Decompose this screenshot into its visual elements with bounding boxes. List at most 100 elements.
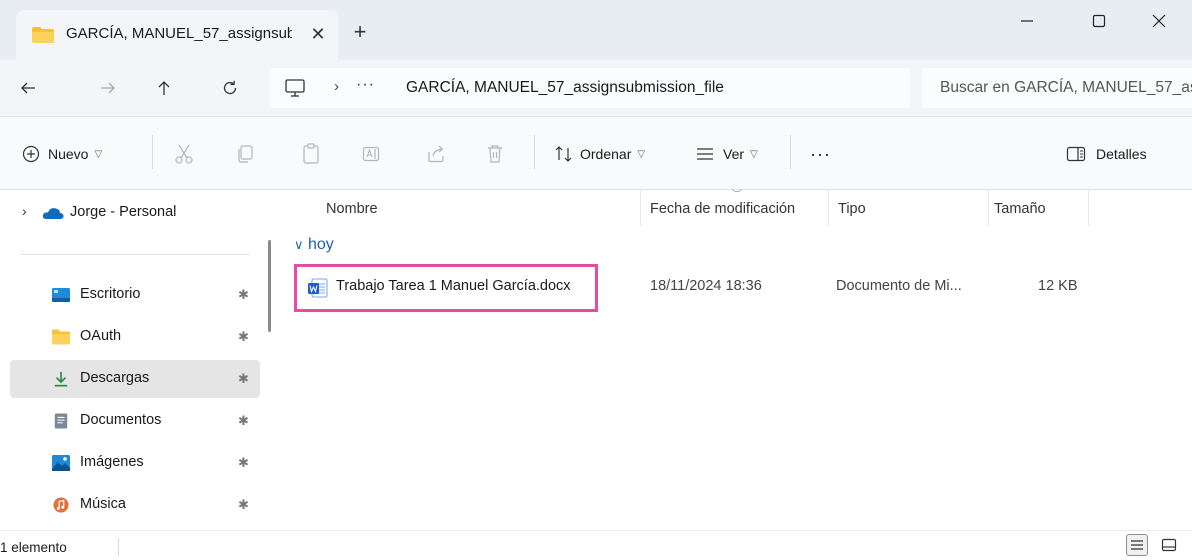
sidebar-item-musica[interactable]: Música ✱ [10, 486, 260, 524]
back-button[interactable] [14, 74, 42, 102]
tab-title: GARCÍA, MANUEL_57_assignsubmission_file [66, 25, 292, 42]
command-bar: Nuevo ▽ Ordenar ▽ Ver ▽ ··· Detalles [0, 116, 1192, 190]
chevron-down-icon: ▽ [94, 148, 103, 160]
pin-icon: ✱ [238, 455, 249, 470]
group-header-label: hoy [307, 236, 334, 253]
column-header-name[interactable]: Nombre [326, 201, 378, 217]
details-view-button[interactable] [1126, 534, 1148, 556]
new-tab-button[interactable]: + [348, 20, 372, 44]
breadcrumb-more-button[interactable]: ··· [356, 76, 375, 94]
toolbar-divider [534, 135, 535, 169]
tab-active[interactable]: GARCÍA, MANUEL_57_assignsubmission_file … [16, 10, 338, 60]
sidebar-item-documentos[interactable]: Documentos ✱ [10, 402, 260, 440]
column-header-date[interactable]: Fecha de modificación [650, 201, 795, 217]
close-icon [1152, 14, 1166, 28]
up-button[interactable] [150, 74, 178, 102]
column-divider[interactable] [1088, 190, 1089, 226]
view-button[interactable]: Ver ▽ [696, 139, 758, 169]
folder-icon [32, 27, 54, 43]
sidebar-item-label: Música [80, 496, 126, 512]
maximize-button[interactable] [1076, 0, 1122, 42]
tab-close-button[interactable]: ✕ [306, 22, 330, 46]
sidebar-item-label: Jorge - Personal [70, 204, 177, 220]
folder-icon [52, 329, 70, 345]
arrow-right-icon [101, 82, 115, 94]
search-placeholder: Buscar en GARCÍA, MANUEL_57_assignsubmis… [940, 79, 1192, 96]
chevron-right-icon[interactable]: › [22, 203, 27, 219]
copy-button[interactable] [236, 139, 254, 169]
view-lines-icon [697, 148, 713, 160]
column-divider[interactable] [828, 190, 829, 226]
details-pane-label: Detalles [1096, 146, 1147, 162]
column-header-size[interactable]: Tamaño [994, 201, 1046, 217]
sidebar-item-onedrive[interactable]: › Jorge - Personal [10, 194, 260, 232]
onedrive-cloud-icon [42, 208, 64, 219]
sidebar-item-label: Descargas [80, 370, 150, 386]
cut-button[interactable] [174, 139, 194, 169]
forward-button[interactable] [94, 74, 122, 102]
sort-indicator-icon: ︶ [732, 190, 742, 201]
file-name: Trabajo Tarea 1 Manuel García.docx [336, 278, 571, 294]
column-divider[interactable] [640, 190, 641, 226]
delete-button[interactable] [486, 139, 504, 169]
details-pane-icon [1066, 146, 1086, 162]
tiles-view-icon [1161, 538, 1177, 552]
refresh-button[interactable] [216, 74, 244, 102]
navigation-pane: › Jorge - Personal Escritorio ✱ OAuth ✱ … [0, 190, 262, 530]
new-button[interactable]: Nuevo ▽ [22, 139, 102, 169]
music-icon [53, 497, 69, 513]
sidebar-item-imagenes[interactable]: Imágenes ✱ [10, 444, 260, 482]
toolbar-divider [152, 135, 153, 169]
sidebar-item-oauth[interactable]: OAuth ✱ [10, 318, 260, 356]
file-size: 12 KB [1038, 278, 1078, 294]
sidebar-item-label: Imágenes [80, 454, 144, 470]
sidebar-item-escritorio[interactable]: Escritorio ✱ [10, 276, 260, 314]
search-box[interactable]: Buscar en GARCÍA, MANUEL_57_assignsubmis… [922, 68, 1192, 108]
close-window-button[interactable] [1136, 0, 1182, 42]
group-header-today[interactable]: ∨ hoy [294, 236, 334, 254]
refresh-icon [223, 80, 237, 95]
sidebar-item-descargas[interactable]: Descargas ✱ [10, 360, 260, 398]
address-bar[interactable]: › ··· GARCÍA, MANUEL_57_assignsubmission… [270, 68, 910, 108]
arrow-left-icon [21, 82, 35, 94]
sort-button[interactable]: Ordenar ▽ [554, 139, 645, 169]
copy-icon [238, 145, 253, 163]
title-bar: GARCÍA, MANUEL_57_assignsubmission_file … [0, 0, 1192, 60]
breadcrumb-current-folder[interactable]: GARCÍA, MANUEL_57_assignsubmission_file [406, 79, 724, 97]
chevron-down-icon: ▽ [637, 148, 646, 160]
documents-icon [54, 413, 68, 429]
more-options-button[interactable]: ··· [810, 139, 831, 169]
column-divider[interactable] [988, 190, 989, 226]
share-icon [428, 145, 444, 163]
rename-button[interactable] [362, 139, 382, 169]
status-bar: 1 elemento [0, 530, 1192, 560]
download-icon [54, 371, 68, 387]
computer-icon [285, 79, 305, 97]
status-divider [118, 538, 119, 556]
file-type: Documento de Mi... [836, 278, 962, 294]
sort-button-label: Ordenar [580, 146, 632, 162]
tiles-view-button[interactable] [1158, 534, 1180, 556]
pin-icon: ✱ [238, 329, 249, 344]
chevron-down-icon: ∨ [294, 237, 304, 252]
paste-button[interactable] [302, 139, 320, 169]
sidebar-divider [20, 254, 250, 255]
sidebar-scrollbar[interactable] [268, 240, 271, 332]
desktop-icon [52, 288, 70, 302]
share-button[interactable] [426, 139, 446, 169]
maximize-icon [1092, 14, 1106, 28]
column-header-type[interactable]: Tipo [838, 201, 866, 217]
sidebar-item-label: OAuth [80, 328, 122, 344]
chevron-down-icon: ▽ [750, 148, 758, 160]
arrow-up-icon [158, 81, 170, 95]
details-pane-button[interactable]: Detalles [1066, 139, 1147, 169]
list-view-icon [1131, 540, 1143, 550]
breadcrumb-separator[interactable]: › [334, 78, 339, 95]
file-row[interactable]: Trabajo Tarea 1 Manuel García.docx 18/11… [294, 264, 1192, 312]
new-button-label: Nuevo [48, 146, 89, 162]
item-count: 1 elemento [0, 540, 67, 555]
file-date: 18/11/2024 18:36 [650, 278, 762, 294]
minimize-button[interactable] [1004, 0, 1050, 42]
pin-icon: ✱ [238, 497, 249, 512]
pin-icon: ✱ [238, 287, 249, 302]
